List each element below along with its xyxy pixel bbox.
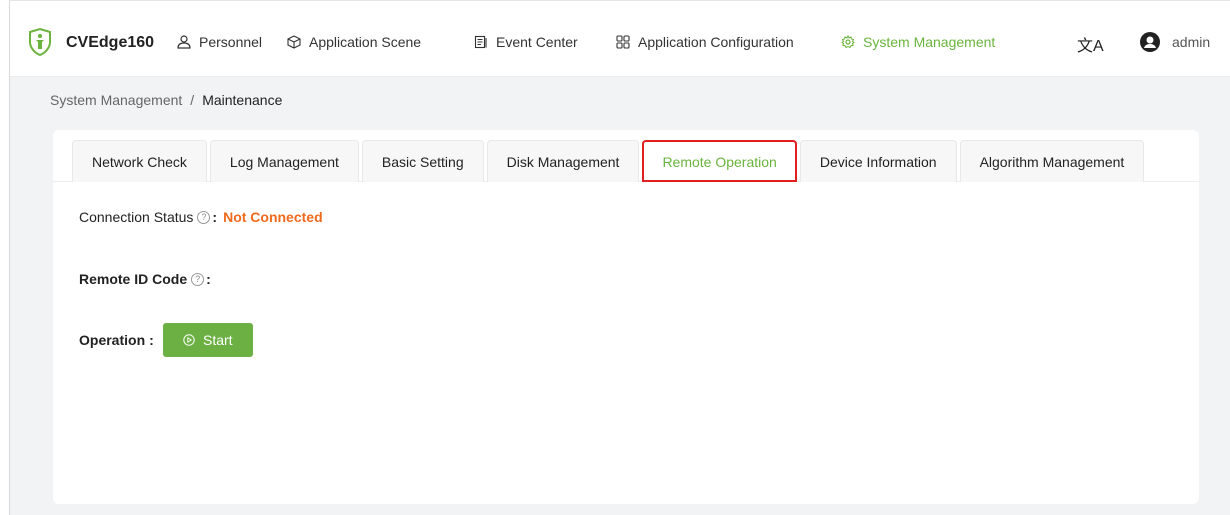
- breadcrumb-separator: /: [190, 92, 195, 108]
- user-menu[interactable]: admin: [1140, 32, 1210, 52]
- nav-application-configuration[interactable]: Application Configuration: [616, 34, 794, 50]
- nav-application-configuration-label: Application Configuration: [638, 34, 794, 50]
- tab-remote-operation[interactable]: Remote Operation: [642, 140, 797, 182]
- brand-name: CVEdge160: [66, 34, 155, 51]
- nav-application-scene-label: Application Scene: [309, 34, 422, 50]
- breadcrumb: System Management / Maintenance: [50, 92, 282, 108]
- operation-label: Operation: [79, 332, 146, 348]
- connection-status-value: Not Connected: [223, 209, 323, 225]
- connection-status-label: Connection Status: [79, 209, 194, 225]
- operation-row: Operation : Start: [79, 323, 253, 357]
- tab-algorithm-management[interactable]: Algorithm Management: [959, 140, 1145, 182]
- grid-icon: [616, 35, 630, 49]
- app-window: CVEdge160 Personnel Application Scene Ev…: [9, 0, 1230, 515]
- remote-id-row: Remote ID Code ? :: [79, 271, 211, 287]
- start-button[interactable]: Start: [162, 323, 253, 357]
- user-outline-icon: [177, 35, 191, 49]
- avatar-icon: [1140, 32, 1160, 52]
- remote-id-label: Remote ID Code: [79, 271, 188, 287]
- maintenance-card: Network Check Log Management Basic Setti…: [53, 130, 1199, 504]
- connection-status-row: Connection Status ? : Not Connected: [79, 209, 323, 225]
- tab-network-check[interactable]: Network Check: [72, 140, 207, 182]
- colon: :: [212, 209, 218, 225]
- play-circle-icon: [183, 334, 195, 346]
- start-button-label: Start: [203, 332, 233, 348]
- nav-event-center[interactable]: Event Center: [474, 34, 578, 50]
- nav-application-scene[interactable]: Application Scene: [287, 34, 421, 50]
- translate-icon[interactable]: 文A: [1077, 32, 1104, 56]
- cube-icon: [287, 35, 301, 49]
- tab-log-management[interactable]: Log Management: [209, 140, 359, 182]
- tab-device-information[interactable]: Device Information: [799, 140, 957, 182]
- breadcrumb-current: Maintenance: [202, 92, 283, 108]
- tab-basic-setting[interactable]: Basic Setting: [361, 140, 484, 182]
- gear-icon: [841, 35, 855, 49]
- nav-personnel[interactable]: Personnel: [177, 34, 262, 50]
- help-icon[interactable]: ?: [191, 272, 205, 286]
- breadcrumb-parent[interactable]: System Management: [50, 92, 182, 108]
- top-navigation-bar: CVEdge160 Personnel Application Scene Ev…: [10, 1, 1230, 77]
- help-icon[interactable]: ?: [197, 210, 211, 224]
- document-list-icon: [474, 35, 487, 49]
- username: admin: [1172, 34, 1211, 50]
- shield-logo-icon: [29, 28, 51, 56]
- nav-system-management[interactable]: System Management: [841, 34, 995, 50]
- nav-personnel-label: Personnel: [199, 34, 263, 50]
- nav-system-management-label: System Management: [863, 34, 996, 50]
- nav-event-center-label: Event Center: [496, 34, 578, 50]
- tab-disk-management[interactable]: Disk Management: [486, 140, 640, 182]
- colon: :: [206, 271, 211, 287]
- colon: :: [149, 332, 154, 348]
- tab-bar: Network Check Log Management Basic Setti…: [72, 140, 1147, 182]
